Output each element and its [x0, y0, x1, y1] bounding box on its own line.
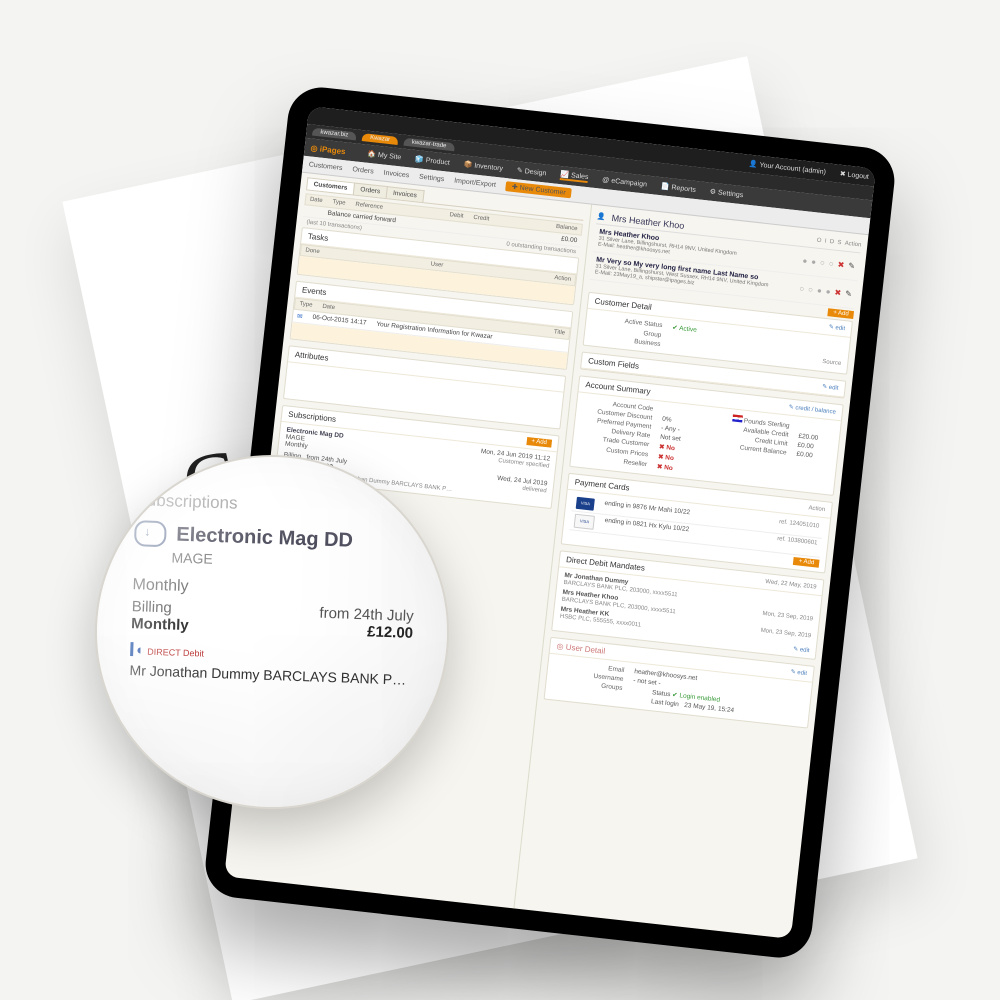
direct-debit-logo: ◐ DIRECT Debit: [130, 642, 204, 659]
nav-ecampaign[interactable]: @ eCampaign: [602, 176, 647, 188]
edit-icon[interactable]: ✎: [845, 289, 853, 299]
delete-icon[interactable]: ✖: [834, 288, 842, 298]
nav-design[interactable]: ✎ Design: [516, 166, 546, 177]
add-card-button[interactable]: + Add: [793, 557, 819, 568]
edit-link[interactable]: ✎ edit: [790, 668, 807, 677]
cloud-download-icon: [134, 520, 167, 547]
edit-link[interactable]: ✎ edit: [822, 383, 839, 392]
nav-settings[interactable]: ⚙ Settings: [709, 188, 743, 200]
nav-product[interactable]: 🧊 Product: [415, 155, 451, 167]
nav-inventory[interactable]: 📦 Inventory: [463, 160, 503, 172]
nav-sales[interactable]: 📈 Sales: [560, 170, 589, 183]
edit-link[interactable]: ✎ edit: [828, 323, 845, 332]
delete-icon[interactable]: ✖: [837, 260, 845, 270]
subnav-customers[interactable]: Customers: [308, 161, 342, 172]
subnav-import-export[interactable]: Import/Export: [454, 177, 497, 189]
person-icon: 👤: [597, 212, 607, 221]
brand-logo: ◎ iPages: [310, 143, 346, 156]
edit-icon[interactable]: ✎: [848, 261, 856, 271]
subnav-invoices[interactable]: Invoices: [383, 169, 409, 179]
tab-invoices[interactable]: Invoices: [385, 186, 424, 202]
tab-customers[interactable]: Customers: [306, 177, 355, 194]
nav-reports[interactable]: 📄 Reports: [660, 182, 696, 194]
add-subscription-button[interactable]: + Add: [526, 436, 552, 447]
tab-orders[interactable]: Orders: [353, 182, 388, 198]
nav-my-site[interactable]: 🏠 My Site: [367, 150, 402, 162]
browser-tab[interactable]: Kwazar: [362, 133, 399, 145]
add-address-button[interactable]: + Add: [828, 308, 854, 319]
credit-balance-link[interactable]: ✎ credit / balance: [788, 404, 836, 416]
logout-link[interactable]: ✖ Logout: [839, 170, 869, 181]
subnav-settings[interactable]: Settings: [419, 173, 445, 183]
subnav-orders[interactable]: Orders: [352, 166, 374, 175]
